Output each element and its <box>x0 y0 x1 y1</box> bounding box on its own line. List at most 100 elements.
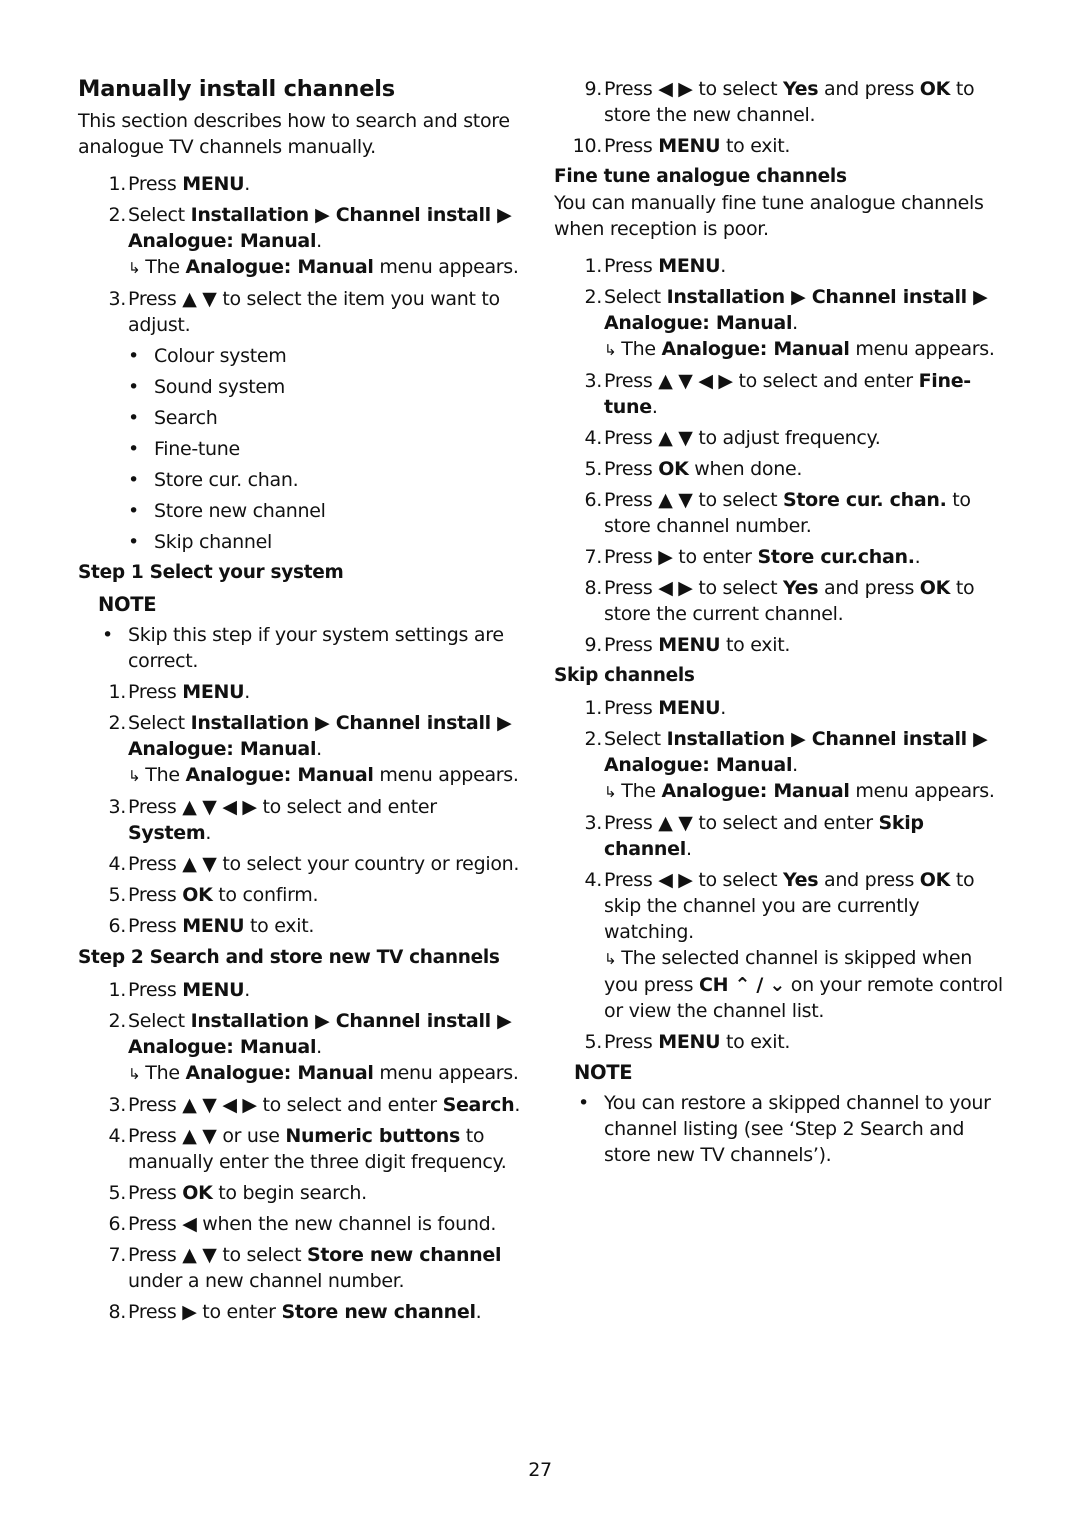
bullet-icon: • <box>128 469 139 491</box>
text-segment: . <box>792 754 798 776</box>
bullet-text: Colour system <box>154 345 287 367</box>
bullet-icon: • <box>128 531 139 553</box>
bullet-item: • You can restore a skipped channel to yo… <box>554 1090 1009 1168</box>
bullet-item: • Sound system <box>78 374 523 400</box>
step2-heading: Step 2 Search and store new TV channels <box>78 947 500 968</box>
step-number: 1. <box>584 255 602 277</box>
bold-term: MENU <box>658 634 721 656</box>
step-text: Press MENU. <box>128 173 250 195</box>
text-segment: The <box>145 1062 186 1084</box>
step-text: Press MENU to exit. <box>604 634 790 656</box>
step-text: Press OK when done. <box>604 458 802 480</box>
bullet-item: • Store cur. chan. <box>78 467 523 493</box>
text-segment: . <box>244 979 251 1001</box>
bold-term: OK <box>182 884 213 906</box>
intro-paragraph: This section describes how to search and… <box>78 110 510 158</box>
list-step: 7. Press ▶ to enter Store cur.chan.. <box>554 544 1009 570</box>
text-segment: Press ▲ ▼ to select your country or regi… <box>128 853 520 875</box>
bold-term: Store new channel <box>281 1301 476 1323</box>
step1-heading: Step 1 Select your system <box>78 562 344 583</box>
text-segment: Press <box>128 915 183 937</box>
text-segment: Press <box>604 135 659 157</box>
step-text: Press OK to begin search. <box>128 1182 367 1204</box>
step-text: Press ◀ when the new channel is found. <box>128 1213 496 1235</box>
bold-term: Yes <box>782 869 819 891</box>
text-segment: menu appears. <box>849 338 995 360</box>
text-segment: Select <box>128 1010 191 1032</box>
text-segment: to confirm. <box>212 884 319 906</box>
list-step: 7. Press ▲ ▼ to select Store new channel … <box>78 1242 523 1294</box>
step-text: Press MENU. <box>604 255 726 277</box>
step-text: Press ◀ ▶ to select Yes and press OK to … <box>604 78 975 126</box>
text-segment: . <box>651 396 658 418</box>
list-step: 5. Press OK when done. <box>554 456 1009 482</box>
list-step: 3. Press ▲ ▼ to select and enter Skip cha… <box>554 810 1009 862</box>
text-segment: The <box>145 764 186 786</box>
text-segment: menu appears. <box>373 1062 519 1084</box>
bold-term: MENU <box>182 173 245 195</box>
text-segment: . <box>720 255 727 277</box>
step-text: Press MENU to exit. <box>604 135 790 157</box>
text-segment: Press ◀ when the new channel is found. <box>128 1213 497 1235</box>
bullet-icon: • <box>128 438 139 460</box>
bullet-item: • Skip channel <box>78 529 523 555</box>
text-segment: Press <box>128 979 183 1001</box>
text-segment: The <box>621 780 662 802</box>
text-segment: Select <box>128 712 191 734</box>
text-segment: . <box>914 546 921 568</box>
bullet-text: Fine-tune <box>154 438 240 460</box>
bold-term: CH ⌃ / ⌄ <box>698 974 786 996</box>
text-segment: Press <box>604 1031 659 1053</box>
text-segment: . <box>685 838 692 860</box>
step-text: Press ▶ to enter Store cur.chan.. <box>604 546 921 568</box>
step-number: 7. <box>108 1244 126 1266</box>
text-segment: to exit. <box>720 135 791 157</box>
bullet-item: • Fine-tune <box>78 436 523 462</box>
step-text: Press MENU. <box>604 697 726 719</box>
bold-term: MENU <box>182 979 245 1001</box>
text-segment: Press ▲ ▼ to select <box>604 489 783 511</box>
step-number: 1. <box>108 173 126 195</box>
bullet-text: Store cur. chan. <box>154 469 299 491</box>
skip-steps: 1. Press MENU. 2. Select Installation ▶ Cha… <box>554 695 1009 1055</box>
step-number: 2. <box>108 712 126 734</box>
text-segment: Press ▶ to enter <box>128 1301 282 1323</box>
text-segment: menu appears. <box>373 764 519 786</box>
step-number: 4. <box>108 1125 126 1147</box>
step-text: Press ▲ ▼ ◀ ▶ to select and enter System… <box>128 796 437 844</box>
step-number: 1. <box>108 681 126 703</box>
left-column: Manually install channels This section d… <box>78 74 523 1330</box>
result-arrow-icon: ↳ <box>128 259 141 277</box>
step-number: 5. <box>584 1031 602 1053</box>
step-number: 7. <box>584 546 602 568</box>
step-result: ↳ The Analogue: Manual menu appears. <box>604 778 1009 805</box>
result-arrow-icon: ↳ <box>604 783 617 801</box>
step-result: ↳ The Analogue: Manual menu appears. <box>128 1060 523 1087</box>
list-step: 4. Press ▲ ▼ to adjust frequency. <box>554 425 1009 451</box>
step-text: Select Installation ▶ Channel install ▶ … <box>604 728 988 776</box>
bold-term: Analogue: Manual <box>185 1062 374 1084</box>
step-number: 3. <box>584 812 602 834</box>
text-segment: Select <box>604 286 667 308</box>
text-segment: menu appears. <box>373 256 519 278</box>
bold-term: Analogue: Manual <box>661 780 850 802</box>
step-text: Select Installation ▶ Channel install ▶ … <box>128 1010 512 1058</box>
step-number: 2. <box>108 1010 126 1032</box>
step-number: 4. <box>584 869 602 891</box>
skip-note-label: NOTE <box>574 1061 633 1084</box>
bullet-text: Skip this step if your system settings a… <box>128 624 504 672</box>
text-segment: Press ▲ ▼ to select the item you want to… <box>128 288 500 336</box>
bold-term: Store new channel <box>306 1244 502 1266</box>
step-number: 6. <box>108 1213 126 1235</box>
list-step: 3. Press ▲ ▼ ◀ ▶ to select and enter Syst… <box>78 794 523 846</box>
text-segment: Press ▲ ▼ to select and enter <box>604 812 879 834</box>
list-step: 2. Select Installation ▶ Channel install … <box>78 710 523 789</box>
bold-term: MENU <box>658 255 721 277</box>
step-text: Select Installation ▶ Channel install ▶ … <box>604 286 988 334</box>
bullet-item: • Store new channel <box>78 498 523 524</box>
step-text: Press ▲ ▼ ◀ ▶ to select and enter Search… <box>128 1094 520 1116</box>
step-number: 3. <box>108 288 126 310</box>
step-number: 4. <box>108 853 126 875</box>
text-segment: Press <box>604 458 659 480</box>
step-text: Press ▲ ▼ to select and enter Skip chann… <box>604 812 924 860</box>
